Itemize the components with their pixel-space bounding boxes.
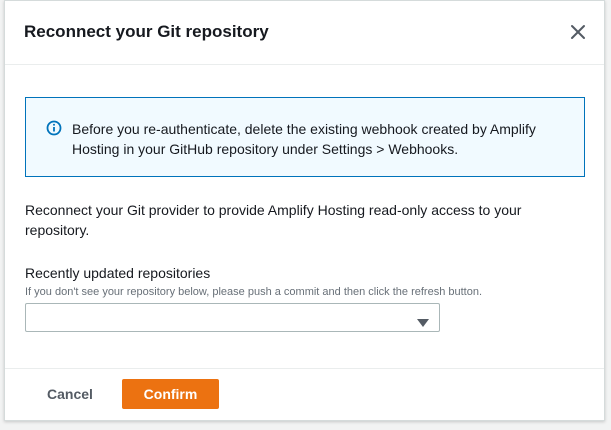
modal-description: Reconnect your Git provider to provide A…: [25, 202, 522, 238]
info-alert-text: Before you re-authenticate, delete the e…: [72, 121, 536, 157]
modal-header: Reconnect your Git repository: [5, 1, 604, 65]
caret-down-icon: [417, 314, 429, 327]
close-icon[interactable]: [568, 22, 588, 42]
info-alert: Before you re-authenticate, delete the e…: [25, 97, 585, 177]
reconnect-repository-modal: Reconnect your Git repository Before you…: [4, 0, 605, 421]
info-icon: [46, 120, 62, 136]
confirm-button[interactable]: Confirm: [122, 379, 219, 409]
repo-field-description: If you don't see your repository below, …: [25, 286, 483, 298]
repository-select[interactable]: [25, 303, 440, 332]
repo-field-label: Recently updated repositories: [25, 265, 211, 281]
modal-footer: Cancel Confirm: [5, 368, 604, 420]
modal-title: Reconnect your Git repository: [24, 22, 269, 41]
cancel-button[interactable]: Cancel: [29, 382, 111, 406]
